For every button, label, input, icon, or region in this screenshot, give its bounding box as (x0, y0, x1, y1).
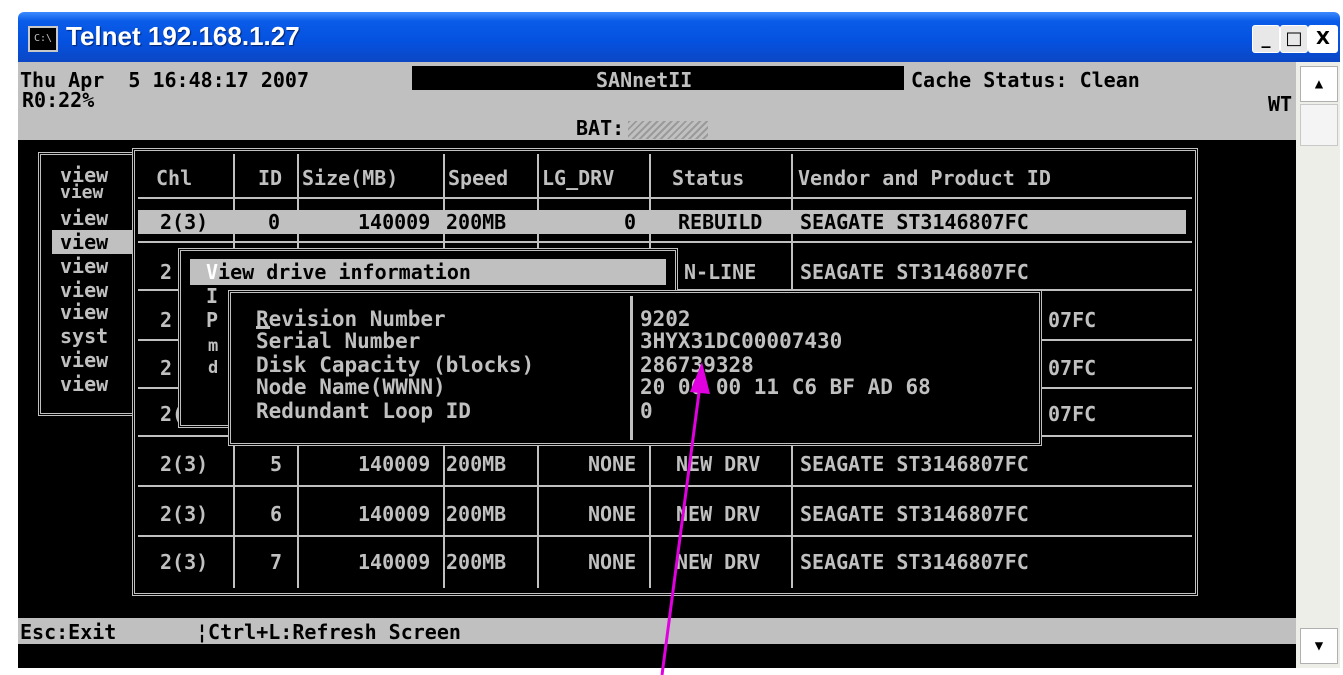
close-button[interactable]: X (1308, 25, 1338, 53)
cell-vendor: 07FC (1048, 308, 1097, 332)
dialog-divider (630, 296, 633, 440)
info-value-revision: 9202 (640, 307, 691, 331)
info-label-serial: Serial Number (256, 329, 421, 353)
cell-chl: 2 (160, 260, 173, 284)
terminal-screen[interactable]: Thu Apr 5 16:48:17 2007 R0:22% SANnetII … (18, 62, 1296, 668)
cell-chl: 2 (160, 356, 173, 380)
status-refresh-hint: ¦Ctrl+L:Refresh Screen (196, 620, 461, 644)
cell-chl: 2(3) (160, 210, 209, 234)
col-status: Status (672, 166, 745, 190)
cell-chl: 2 (160, 308, 173, 332)
submenu-item-4[interactable]: m (208, 334, 218, 358)
info-label-loop-id: Redundant Loop ID (256, 399, 471, 423)
cell-vendor: SEAGATE ST3146807FC (800, 260, 1029, 284)
title-bar[interactable]: C:\ Telnet 192.168.1.27 _ □ X (18, 12, 1340, 62)
cell-vendor: 07FC (1048, 402, 1097, 426)
cell-status: NEW DRV (676, 452, 761, 476)
info-value-serial: 3HYX31DC00007430 (640, 329, 843, 353)
submenu-item-5[interactable]: d (208, 356, 218, 380)
cell-vendor: SEAGATE ST3146807FC (800, 502, 1029, 526)
status-exit-hint: Esc:Exit (20, 620, 117, 644)
cell-lg-drv: NONE (588, 550, 637, 574)
submenu-item-label: iew drive information (218, 260, 471, 284)
cell-lg-drv: NONE (588, 452, 637, 476)
cursor-icon (256, 326, 270, 329)
col-speed: Speed (448, 166, 509, 190)
info-value-capacity: 286739328 (640, 353, 754, 377)
cell-status: N-LINE (684, 260, 757, 284)
scroll-thumb[interactable] (1300, 104, 1338, 146)
cell-id: 7 (270, 550, 283, 574)
col-size: Size(MB) (302, 166, 399, 190)
info-value-node-name: 20 00 00 11 C6 BF AD 68 (640, 375, 931, 399)
cell-speed: 200MB (446, 210, 507, 234)
submenu-item-2[interactable]: I (206, 284, 218, 308)
info-label-revision: Revision Number (256, 307, 446, 331)
vertical-scrollbar[interactable]: ▲ ▼ (1296, 62, 1340, 668)
cell-vendor: SEAGATE ST3146807FC (800, 210, 1029, 234)
cell-size: 140009 (358, 452, 431, 476)
info-label-node-name: Node Name(WWNN) (256, 375, 446, 399)
cell-size: 140009 (358, 502, 431, 526)
cell-vendor: 07FC (1048, 356, 1097, 380)
cell-status: NEW DRV (676, 550, 761, 574)
cell-size: 140009 (358, 210, 431, 234)
maximize-button[interactable]: □ (1280, 25, 1308, 53)
cell-speed: 200MB (446, 550, 507, 574)
table-row-selected-bg (138, 210, 1186, 234)
cell-speed: 200MB (446, 452, 507, 476)
col-id: ID (258, 166, 283, 190)
cell-id: 6 (270, 502, 283, 526)
console-icon[interactable]: C:\ (28, 26, 58, 52)
cell-status: NEW DRV (676, 502, 761, 526)
cell-chl: 2(3) (160, 550, 209, 574)
submenu-item-3[interactable]: P (206, 308, 218, 332)
cell-chl: 2(3) (160, 452, 209, 476)
cell-lg-drv: 0 (624, 210, 637, 234)
col-chl: Chl (156, 166, 193, 190)
cell-lg-drv: NONE (588, 502, 637, 526)
col-vendor: Vendor and Product ID (798, 166, 1051, 190)
cell-speed: 200MB (446, 502, 507, 526)
cell-id: 0 (268, 210, 281, 234)
telnet-window: C:\ Telnet 192.168.1.27 _ □ X Thu Apr 5 … (0, 0, 1343, 675)
scroll-down-button[interactable]: ▼ (1300, 628, 1338, 664)
submenu-item-view-drive-info[interactable]: View drive information (206, 260, 471, 284)
col-lg-drv: LG_DRV (542, 166, 615, 190)
minimize-button[interactable]: _ (1252, 25, 1280, 53)
cell-status: REBUILD (678, 210, 763, 234)
window-title: Telnet 192.168.1.27 (66, 21, 300, 51)
cell-chl: 2(3) (160, 502, 209, 526)
info-value-loop-id: 0 (640, 399, 653, 423)
submenu-hotkey-letter: V (206, 260, 219, 284)
cell-size: 140009 (358, 550, 431, 574)
info-label-capacity: Disk Capacity (blocks) (256, 353, 535, 377)
cell-vendor: SEAGATE ST3146807FC (800, 452, 1029, 476)
scroll-up-button[interactable]: ▲ (1300, 66, 1338, 102)
cell-vendor: SEAGATE ST3146807FC (800, 550, 1029, 574)
cell-id: 5 (270, 452, 283, 476)
